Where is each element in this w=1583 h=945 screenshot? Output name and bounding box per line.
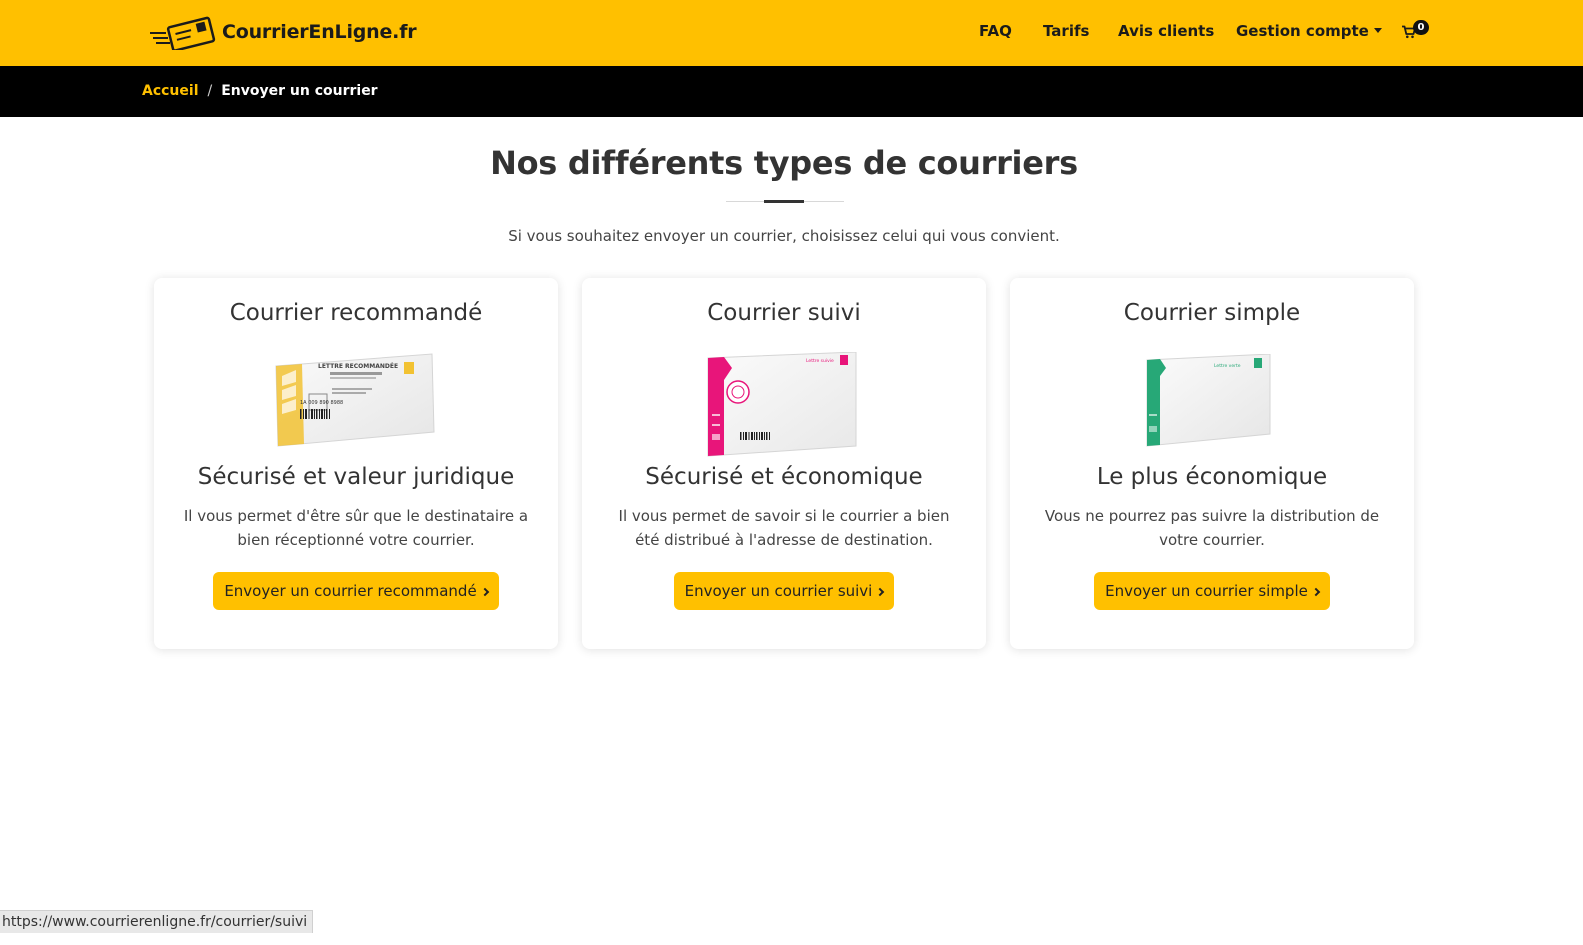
card-description: Vous ne pourrez pas suivre la distributi…	[1044, 507, 1380, 549]
registered-letter-envelope-image: LETTRE RECOMMANDÉE 1A 009 890 8988	[275, 353, 435, 447]
nav-avis-clients[interactable]: Avis clients	[1118, 22, 1214, 40]
card-headline: Sécurisé et économique	[645, 464, 923, 490]
nav-tarifs[interactable]: Tarifs	[1043, 22, 1089, 40]
chevron-down-icon	[1373, 28, 1382, 33]
card-courrier-suivi: Courrier suivi Lettre suivie Sécurisé et…	[582, 278, 986, 649]
title-divider	[726, 200, 844, 204]
card-title: Courrier suivi	[707, 300, 861, 326]
cart-count-badge: 0	[1413, 20, 1429, 35]
cart-button[interactable]: 0	[1402, 20, 1432, 42]
chevron-right-icon	[876, 587, 885, 597]
envelope-logo-icon	[150, 16, 216, 50]
breadcrumb-home-link[interactable]: Accueil	[142, 83, 199, 99]
card-headline: Le plus économique	[1096, 464, 1328, 490]
envelope-number: 1A 009 890 8988	[300, 400, 343, 406]
breadcrumb-separator: /	[207, 83, 213, 99]
card-courrier-recommande: Courrier recommandé LETTRE RECOMMANDÉE 1…	[154, 278, 558, 649]
envelope-label: Lettre suivie	[806, 358, 834, 364]
chevron-right-icon	[480, 587, 489, 597]
breadcrumb-bar: Accueil / Envoyer un courrier	[0, 66, 1583, 117]
card-title: Courrier simple	[1123, 300, 1301, 326]
browser-status-url: https://www.courrierenligne.fr/courrier/…	[0, 910, 314, 933]
site-logo[interactable]: CourrierEnLigne.fr	[148, 14, 417, 50]
card-description: Il vous permet de savoir si le courrier …	[618, 507, 950, 549]
nav-gestion-compte-dropdown[interactable]: Gestion compte	[1236, 22, 1382, 40]
send-registered-letter-button[interactable]: Envoyer un courrier recommandé	[213, 572, 499, 610]
chevron-right-icon	[1311, 587, 1321, 597]
top-navbar: CourrierEnLigne.fr FAQ Tarifs Avis clien…	[0, 0, 1583, 66]
breadcrumb: Accueil / Envoyer un courrier	[142, 83, 378, 99]
send-simple-letter-button[interactable]: Envoyer un courrier simple	[1094, 572, 1330, 610]
envelope-label: LETTRE RECOMMANDÉE	[318, 362, 398, 370]
envelope-label: Lettre verte	[1214, 363, 1241, 369]
card-headline: Sécurisé et valeur juridique	[197, 464, 515, 490]
tracked-letter-envelope-image: Lettre suivie	[707, 352, 857, 457]
button-label: Envoyer un courrier recommandé	[224, 582, 477, 600]
nav-gestion-compte-label: Gestion compte	[1236, 22, 1369, 40]
button-label: Envoyer un courrier simple	[1105, 582, 1308, 600]
nav-faq[interactable]: FAQ	[979, 22, 1012, 40]
page-title: Nos différents types de courriers	[490, 144, 1078, 182]
card-courrier-simple: Courrier simple Lettre verte Le plus éco…	[1010, 278, 1414, 649]
button-label: Envoyer un courrier suivi	[684, 582, 873, 600]
send-tracked-letter-button[interactable]: Envoyer un courrier suivi	[674, 572, 894, 610]
page-subtitle: Si vous souhaitez envoyer un courrier, c…	[508, 227, 1060, 245]
breadcrumb-current: Envoyer un courrier	[221, 83, 378, 99]
card-description: Il vous permet d'être sûr que le destina…	[183, 507, 529, 549]
site-logo-text: CourrierEnLigne.fr	[222, 21, 417, 43]
green-letter-envelope-image: Lettre verte	[1146, 354, 1271, 447]
card-title: Courrier recommandé	[229, 300, 483, 326]
